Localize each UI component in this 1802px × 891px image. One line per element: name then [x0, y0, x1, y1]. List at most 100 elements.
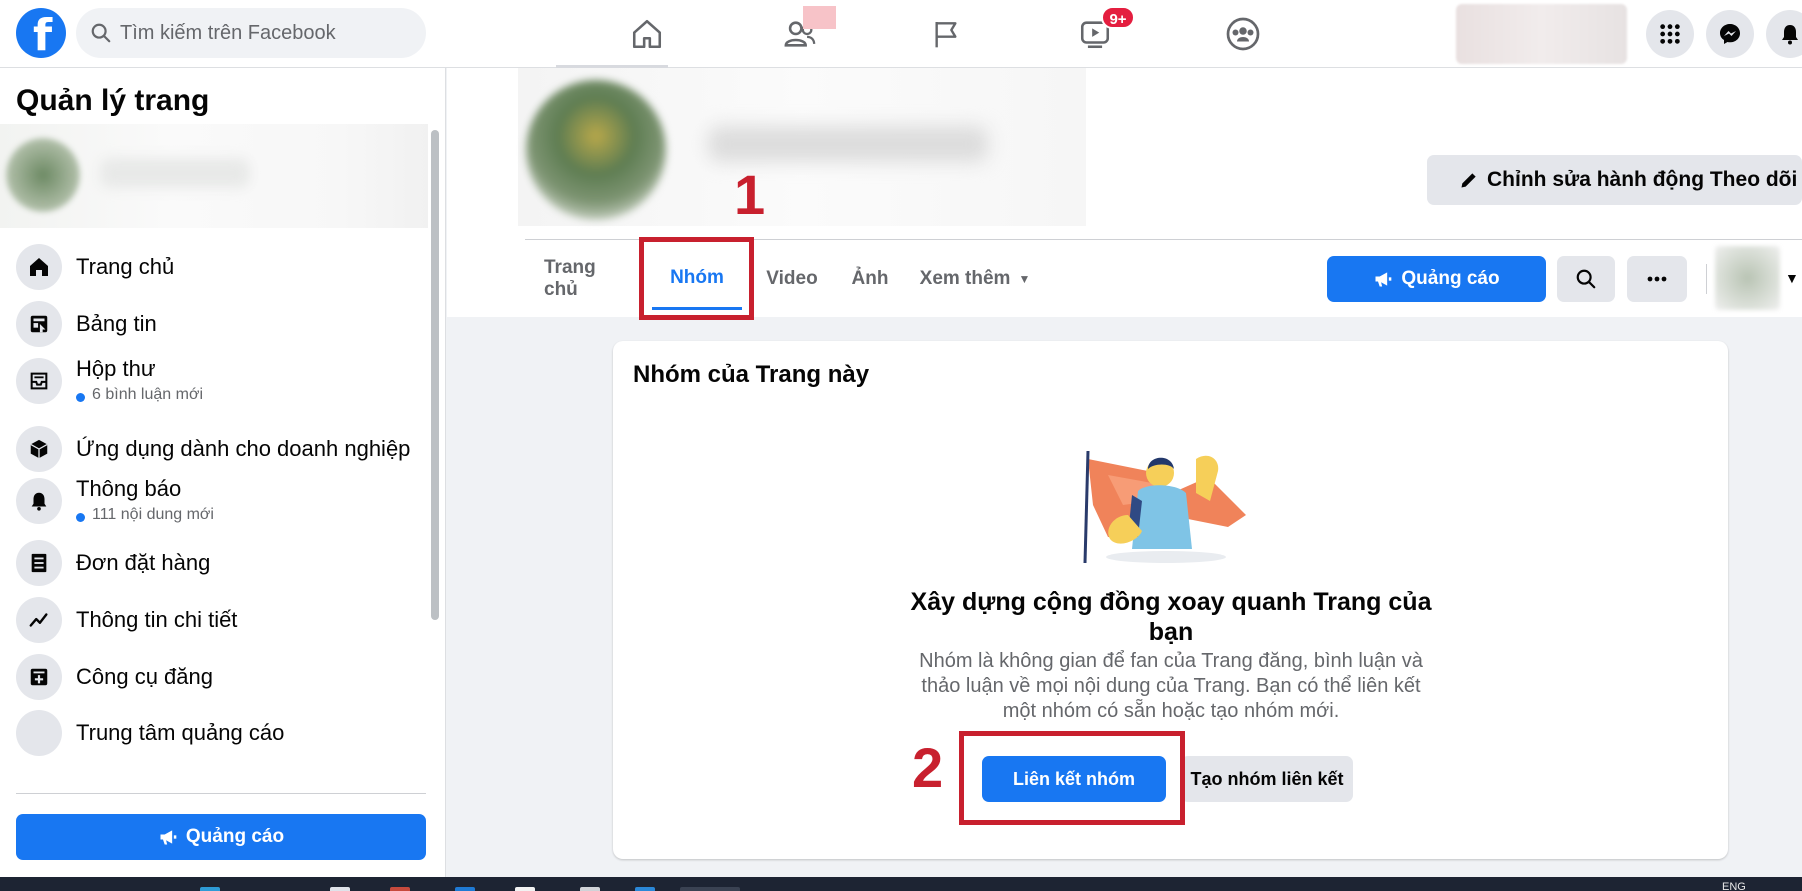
sidebar-item-notifications[interactable]: Thông báo 111 nội dung mới: [0, 472, 428, 532]
groups-headline: Xây dựng cộng đồng xoay quanh Trang của …: [910, 588, 1432, 646]
taskbar-app-icon[interactable]: [635, 887, 655, 891]
messenger-button[interactable]: [1706, 10, 1754, 58]
sidebar-item-label: Đơn đặt hàng: [76, 550, 211, 575]
annotation-box-link-group: [959, 731, 1185, 825]
more-options-button[interactable]: [1627, 256, 1687, 302]
taskbar-app-icon[interactable]: [455, 887, 475, 891]
menu-button[interactable]: [1646, 10, 1694, 58]
home-icon: [16, 244, 62, 290]
page-profile-picture[interactable]: [526, 80, 666, 220]
annotation-number-2: 2: [912, 736, 944, 799]
sidebar-title: Quản lý trang: [16, 84, 210, 117]
notifications-button[interactable]: [1766, 10, 1802, 58]
top-navigation-bar: f 9+: [0, 0, 1802, 68]
sidebar-item-publishing-tools[interactable]: Công cụ đăng: [0, 648, 428, 708]
friend-request-indicator: [803, 6, 836, 29]
grid-menu-icon: [1660, 24, 1680, 44]
manage-page-sidebar: Quản lý trang Trang chủ Bảng tin Hộp thư…: [0, 68, 446, 877]
notification-badge: 9+: [1101, 6, 1135, 29]
tab-more-label: Xem thêm: [919, 268, 1011, 289]
promote-button[interactable]: Quảng cáo: [1327, 256, 1546, 302]
nav-home[interactable]: [582, 0, 712, 68]
sidebar-item-label: Ứng dụng dành cho doanh nghiệp: [76, 436, 411, 461]
create-linked-group-button[interactable]: Tạo nhóm liên kết: [1181, 756, 1353, 802]
tab-home[interactable]: Trang chủ: [544, 248, 634, 310]
sidebar-item-news-feed[interactable]: Bảng tin: [0, 295, 428, 355]
sidebar-item-sublabel: 6 bình luận mới: [92, 386, 203, 403]
account-switcher-avatar[interactable]: [1715, 246, 1780, 310]
sidebar-divider: [16, 793, 426, 794]
unread-dot: [76, 393, 85, 402]
business-apps-icon: [16, 426, 62, 472]
search-icon: [91, 23, 111, 43]
edit-follow-label: Chỉnh sửa hành động Theo dõi: [1487, 168, 1798, 191]
caret-down-icon: ▼: [1018, 272, 1031, 286]
taskbar-app-icon[interactable]: [580, 887, 600, 891]
nav-pages[interactable]: [881, 0, 1011, 68]
publishing-tools-icon: [16, 654, 62, 700]
insights-icon: [16, 597, 62, 643]
facebook-logo-letter: f: [33, 10, 53, 61]
sidebar-item-ad-center[interactable]: Trung tâm quảng cáo: [0, 704, 428, 764]
megaphone-icon: [1375, 272, 1392, 287]
sidebar-item-home[interactable]: Trang chủ: [0, 238, 428, 298]
inbox-icon: [16, 358, 62, 404]
page-name-blurred: [708, 126, 988, 162]
unread-dot: [76, 513, 85, 522]
page-avatar: [6, 138, 80, 212]
sidebar-item-label: Bảng tin: [76, 311, 157, 336]
sidebar-item-label: Trang chủ: [76, 254, 175, 279]
search-icon: [1576, 269, 1596, 289]
search-box[interactable]: [76, 8, 426, 58]
page-name-blurred: [100, 158, 250, 188]
tab-video[interactable]: Video: [757, 248, 827, 310]
promote-label: Quảng cáo: [1401, 268, 1500, 289]
bell-icon: [1782, 25, 1798, 45]
annotation-box-groups-tab: [639, 237, 754, 320]
groups-description: Nhóm là không gian để fan của Trang đăng…: [919, 650, 1423, 722]
header-vertical-divider: [1706, 264, 1707, 294]
facebook-logo[interactable]: f: [16, 8, 66, 61]
sidebar-item-inbox[interactable]: Hộp thư 6 bình luận mới: [0, 352, 428, 412]
sidebar-item-insights[interactable]: Thông tin chi tiết: [0, 591, 428, 651]
taskbar-active-app[interactable]: [680, 887, 740, 891]
sidebar-promote-button[interactable]: Quảng cáo: [16, 814, 426, 860]
taskbar-app-icon[interactable]: [200, 887, 220, 891]
community-flag-illustration: [1083, 450, 1246, 564]
sidebar-scrollbar[interactable]: [431, 130, 439, 620]
megaphone-icon: [160, 830, 177, 845]
search-input[interactable]: [120, 8, 410, 58]
nav-groups[interactable]: [1178, 0, 1308, 68]
caret-down-icon[interactable]: ▼: [1785, 270, 1799, 286]
edit-follow-action-button[interactable]: Chỉnh sửa hành động Theo dõi: [1427, 155, 1802, 205]
bell-icon: [16, 478, 62, 524]
page-switcher[interactable]: [0, 124, 428, 228]
taskbar-app-icon[interactable]: [330, 887, 350, 891]
page-profile-blurred: [518, 68, 1086, 226]
sidebar-item-business-apps[interactable]: Ứng dụng dành cho doanh nghiệp: [0, 420, 428, 480]
os-taskbar: ENG: [0, 877, 1802, 891]
sidebar-item-label: Thông tin chi tiết: [76, 607, 238, 632]
taskbar-app-icon[interactable]: [515, 887, 535, 891]
tab-photos[interactable]: Ảnh: [845, 248, 895, 310]
messenger-icon: [1720, 24, 1740, 44]
sidebar-item-label: Thông báo: [76, 476, 182, 501]
ad-center-icon: [16, 710, 62, 756]
sidebar-promote-label: Quảng cáo: [185, 826, 285, 847]
tab-more[interactable]: Xem thêm ▼: [913, 248, 1037, 310]
sidebar-item-label: Hộp thư: [76, 356, 156, 381]
sidebar-item-sublabel: 111 nội dung mới: [92, 506, 214, 523]
pencil-icon: [1461, 173, 1476, 188]
groups-icon: [1226, 17, 1260, 51]
profile-shortcut[interactable]: [1456, 4, 1627, 64]
flag-icon: [935, 22, 957, 48]
annotation-number-1: 1: [734, 163, 766, 226]
sidebar-item-orders[interactable]: Đơn đặt hàng: [0, 534, 428, 594]
taskbar-app-icon[interactable]: [390, 887, 410, 891]
card-title: Nhóm của Trang này: [633, 361, 870, 388]
ellipsis-icon: [1647, 276, 1667, 282]
nav-friends[interactable]: [735, 0, 865, 68]
taskbar-language[interactable]: ENG: [1722, 881, 1746, 891]
nav-watch[interactable]: [1030, 0, 1160, 68]
page-search-button[interactable]: [1557, 256, 1615, 302]
